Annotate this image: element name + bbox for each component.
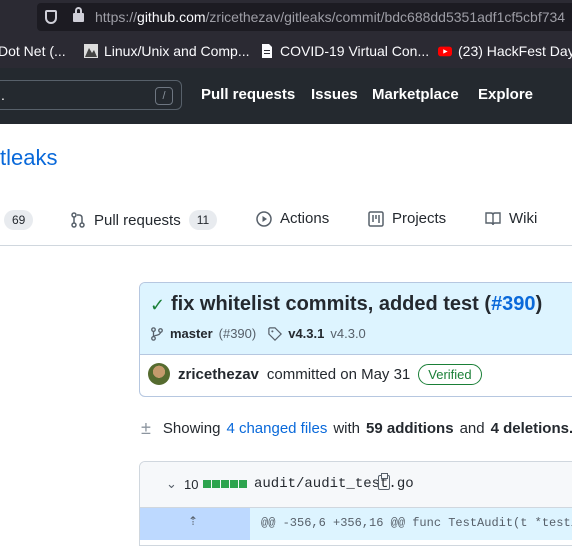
change-count: 10 [184,477,199,492]
diffstat-bars [203,480,247,488]
tab-issues[interactable]: 69 [4,210,34,230]
chevron-down-icon[interactable]: ⌄ [166,476,177,492]
project-board-icon [368,210,384,227]
tab-pull-requests[interactable]: Pull requests 11 [70,210,218,230]
tab-projects[interactable]: Projects [368,210,446,227]
verified-badge[interactable]: Verified [418,363,482,385]
file-header: ⌄ 10 audit/audit_test.go [140,462,572,508]
copy-icon[interactable] [378,473,390,490]
youtube-icon [438,46,452,57]
bookmark-dot-net[interactable]: Dot Net (... [0,42,66,60]
tag-icon [268,326,283,341]
image-icon [84,44,98,58]
diff-stats: ± Showing 4 changed files with 59 additi… [141,418,572,438]
tab-actions[interactable]: Actions [256,210,329,227]
slash-shortcut-icon: / [155,87,173,105]
branch-name[interactable]: master [170,326,213,341]
address-text[interactable]: https://github.com/zricethezav/gitleaks/… [95,9,565,25]
browser-toolbar: https://github.com/zricethezav/gitleaks/… [0,0,572,34]
expand-gutter[interactable]: ⇡ [140,508,250,540]
pull-request-icon [71,212,85,228]
search-input[interactable]: . / [0,80,182,110]
pr-link[interactable]: #390 [491,293,536,315]
nav-marketplace[interactable]: Marketplace [372,86,459,103]
play-icon [256,210,272,227]
expand-up-icon[interactable]: ⇡ [188,514,198,528]
check-icon: ✓ [150,295,166,315]
author-link[interactable]: zricethezav [178,366,259,383]
commit-box: ✓ fix whitelist commits, added test (#39… [139,282,572,397]
diff-icon: ± [141,418,151,438]
address-bar[interactable]: https://github.com/zricethezav/gitleaks/… [37,3,572,31]
shield-icon[interactable] [45,10,57,24]
file-diff: ⌄ 10 audit/audit_test.go ⇡ @@ -356,6 +35… [139,461,572,546]
commit-title: fix whitelist commits, added test (#390) [171,293,543,315]
tag-v431[interactable]: v4.3.1 [288,326,324,341]
nav-pull-requests[interactable]: Pull requests [201,86,295,103]
book-icon [485,211,501,225]
github-header: . / Pull requests Issues Marketplace Exp… [0,68,572,124]
avatar[interactable] [148,363,170,385]
branch-tag-row: master (#390) v4.3.1 v4.3.0 [150,326,366,341]
pull-requests-counter: 11 [188,210,218,230]
nav-explore[interactable]: Explore [478,86,533,103]
repo-tabs: 69 Pull requests 11 Actions Projects Wik… [0,196,572,246]
hunk-header-row: ⇡ @@ -356,6 +356,16 @@ func TestAudit(t … [140,508,572,540]
bookmark-covid[interactable]: COVID-19 Virtual Con... [260,42,429,60]
tag-v430[interactable]: v4.3.0 [330,326,365,341]
issues-counter: 69 [4,210,34,230]
nav-issues[interactable]: Issues [311,86,358,103]
bookmark-linux-unix[interactable]: Linux/Unix and Comp... [84,42,250,60]
branch-icon [151,326,163,341]
bookmarks-bar: Dot Net (... Linux/Unix and Comp... COVI… [0,34,572,68]
lock-icon[interactable] [73,7,84,22]
changed-files-link[interactable]: 4 changed files [226,420,327,437]
commit-header: ✓ fix whitelist commits, added test (#39… [140,283,572,355]
repo-name-link[interactable]: tleaks [0,145,57,171]
bookmark-hackfest[interactable]: (23) HackFest Day [438,42,572,60]
hunk-header: @@ -356,6 +356,16 @@ func TestAudit(t *t… [261,516,572,530]
author-row: zricethezav committed on May 31 Verified [148,363,482,385]
tab-wiki[interactable]: Wiki [485,210,537,227]
document-icon [262,44,272,58]
